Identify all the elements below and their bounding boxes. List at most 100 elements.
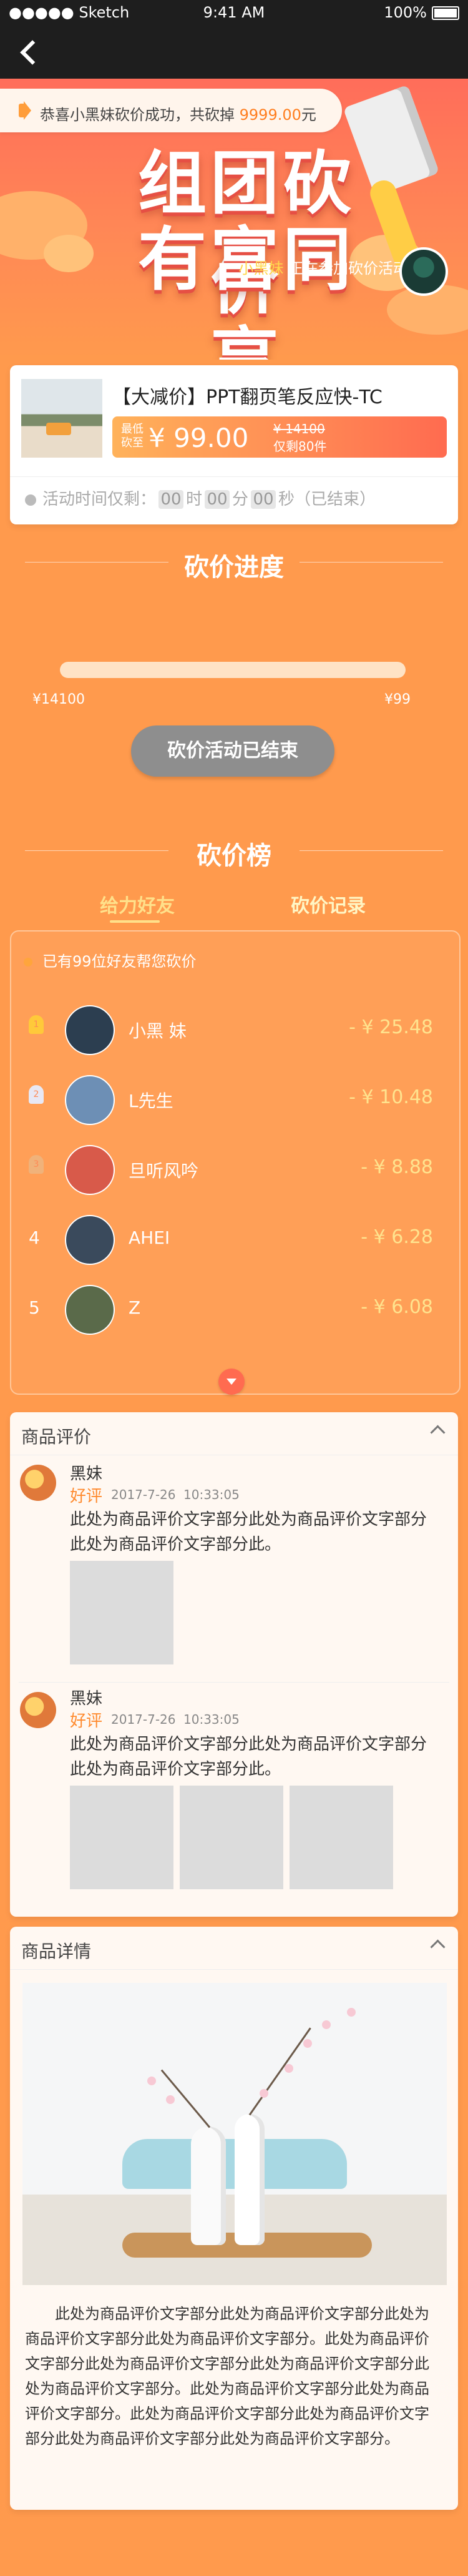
product-detail-image bbox=[22, 1983, 447, 2285]
notice-bar: 恭喜小黑妹砍价成功，共砍掉 9999.00元 bbox=[0, 89, 342, 132]
chevron-up-icon[interactable] bbox=[430, 1425, 446, 1440]
friend-name: Z bbox=[129, 1297, 141, 1318]
ranking-row: 1 小黑 妹 - ¥ 25.48 bbox=[21, 999, 433, 1058]
reviews-title: 商品评价 bbox=[21, 1427, 92, 1447]
nav-bar bbox=[0, 25, 468, 79]
friend-name: AHEI bbox=[129, 1227, 170, 1248]
original-price: ¥ 14100 bbox=[273, 421, 325, 436]
activity-timer: 活动时间仅剩： 00 时 00 分 00 秒（已结束） bbox=[25, 486, 376, 509]
status-bar: ●●●●● Sketch 9:41 AM 100% bbox=[0, 0, 468, 25]
product-image bbox=[21, 379, 102, 458]
timer-seconds: 00 bbox=[251, 490, 276, 509]
avatar[interactable] bbox=[65, 1215, 115, 1265]
review-image[interactable] bbox=[180, 1786, 283, 1889]
stock-remaining: 仅剩80件 bbox=[273, 439, 327, 454]
timer-hours: 00 bbox=[158, 490, 184, 509]
blossom-illustration bbox=[260, 2089, 268, 2098]
avatar[interactable] bbox=[65, 1285, 115, 1335]
timer-status: （已结束） bbox=[295, 490, 376, 509]
cut-amount: - ¥ 6.08 bbox=[361, 1296, 433, 1318]
blossom-illustration bbox=[347, 2008, 356, 2017]
battery-label: 100% bbox=[384, 4, 427, 21]
price-tag: 最低 砍至 bbox=[121, 423, 144, 450]
hero-banner: 组团砍价 有富同享 恭喜小黑妹砍价成功，共砍掉 9999.00元 bbox=[0, 79, 468, 360]
ranking-count: 已有99位好友帮您砍价 bbox=[42, 953, 197, 970]
progress-fill bbox=[60, 662, 406, 678]
price-tag-line1: 最低 bbox=[121, 423, 144, 436]
cloud-decoration bbox=[44, 235, 94, 272]
details-header[interactable]: 商品详情 bbox=[10, 1927, 458, 1970]
participant-name: 小黑妹 bbox=[238, 260, 284, 277]
blossom-illustration bbox=[166, 2095, 175, 2104]
cut-amount: - ¥ 8.88 bbox=[361, 1156, 433, 1178]
review-image[interactable] bbox=[290, 1786, 393, 1889]
divider bbox=[10, 476, 458, 477]
review-time: 10:33:05 bbox=[183, 1487, 240, 1502]
review-rating: 好评 bbox=[70, 1487, 103, 1506]
notice-text: 恭喜小黑妹砍价成功，共砍掉 9999.00元 bbox=[40, 102, 316, 124]
reviews-panel: 商品评价 黑妹 好评 2017-7-26 10:33:05 此处为商品评价文字部… bbox=[10, 1412, 458, 1917]
details-title: 商品详情 bbox=[21, 1941, 92, 1962]
ranking-row: 2 L先生 - ¥ 10.48 bbox=[21, 1069, 433, 1128]
reviewer-avatar bbox=[20, 1692, 56, 1728]
blossom-illustration bbox=[285, 2064, 293, 2073]
timer-minutes: 00 bbox=[205, 490, 230, 509]
reviewer-name: 黑妹 bbox=[70, 1689, 103, 1708]
expand-more-button[interactable] bbox=[218, 1369, 245, 1395]
bronze-medal-icon: 3 bbox=[29, 1155, 44, 1174]
participant-text: 小黑妹 正在参加砍价活动 bbox=[238, 256, 408, 278]
tab-records[interactable]: 砍价记录 bbox=[291, 890, 366, 918]
review-time: 10:33:05 bbox=[183, 1712, 240, 1727]
timer-label: 活动时间仅剩： bbox=[42, 490, 157, 509]
progress-bar bbox=[60, 662, 406, 678]
progress-start-price: ¥14100 bbox=[32, 692, 85, 707]
chevron-up-icon[interactable] bbox=[430, 1939, 446, 1955]
review-date: 2017-7-26 bbox=[111, 1712, 176, 1727]
blossom-illustration bbox=[147, 2077, 156, 2085]
blossom-illustration bbox=[322, 2020, 331, 2029]
vase-illustration bbox=[235, 2114, 265, 2245]
cut-amount: - ¥ 10.48 bbox=[349, 1086, 433, 1108]
review-text: 此处为商品评价文字部分此处为商品评价文字部分此处为商品评价文字部分此。 bbox=[70, 1735, 427, 1779]
silver-medal-icon: 2 bbox=[29, 1085, 44, 1104]
tab-friends[interactable]: 给力好友 bbox=[100, 890, 175, 918]
gold-medal-icon: 1 bbox=[29, 1015, 44, 1034]
notice-suffix: 元 bbox=[301, 106, 316, 124]
ranking-header: 已有99位好友帮您砍价 bbox=[24, 949, 197, 971]
reviewer-avatar bbox=[20, 1465, 56, 1501]
bullet-icon bbox=[24, 958, 32, 966]
timer-unit-second: 秒 bbox=[278, 490, 295, 509]
timer-unit-minute: 分 bbox=[232, 490, 249, 509]
battery-icon bbox=[432, 6, 459, 20]
cut-amount: - ¥ 25.48 bbox=[349, 1016, 433, 1038]
ranking-title: 砍价榜 bbox=[0, 835, 468, 872]
reviews-header[interactable]: 商品评价 bbox=[10, 1412, 458, 1455]
participant-status: 正在参加砍价活动 bbox=[283, 260, 408, 277]
avatar[interactable] bbox=[65, 1145, 115, 1195]
divider bbox=[19, 1682, 449, 1683]
notice-amount: 9999.00 bbox=[239, 106, 301, 124]
notice-prefix: 恭喜小黑妹砍价成功，共砍掉 bbox=[40, 106, 240, 124]
rank-number: 5 bbox=[29, 1297, 40, 1318]
timer-unit-hour: 时 bbox=[186, 490, 203, 509]
review-image[interactable] bbox=[70, 1786, 173, 1889]
product-card[interactable]: 【大减价】PPT翻页笔反应快-TC 最低 砍至 ¥ 99.00 ¥ 14100 仅… bbox=[10, 365, 458, 524]
back-arrow-icon[interactable] bbox=[17, 36, 40, 67]
active-tab-indicator bbox=[110, 920, 160, 923]
ranking-row: 4 AHEI - ¥ 6.28 bbox=[21, 1209, 433, 1267]
clock-icon bbox=[25, 494, 36, 506]
ranking-row: 5 Z - ¥ 6.08 bbox=[21, 1279, 433, 1337]
price-bar: 最低 砍至 ¥ 99.00 ¥ 14100 仅剩80件 bbox=[112, 416, 447, 458]
battery-indicator: 100% bbox=[384, 4, 459, 21]
progress-title: 砍价进度 bbox=[0, 547, 468, 583]
avatar[interactable] bbox=[65, 1075, 115, 1125]
review-rating: 好评 bbox=[70, 1712, 103, 1731]
avatar[interactable] bbox=[65, 1005, 115, 1055]
vase-illustration bbox=[191, 2126, 226, 2245]
activity-ended-button[interactable]: 砍价活动已结束 bbox=[131, 725, 334, 777]
branch-illustration bbox=[248, 2027, 311, 2116]
participant-avatar[interactable] bbox=[399, 247, 448, 296]
review-image[interactable] bbox=[70, 1561, 173, 1664]
ranking-row: 3 旦听风吟 - ¥ 8.88 bbox=[21, 1139, 433, 1197]
cut-amount: - ¥ 6.28 bbox=[361, 1226, 433, 1248]
